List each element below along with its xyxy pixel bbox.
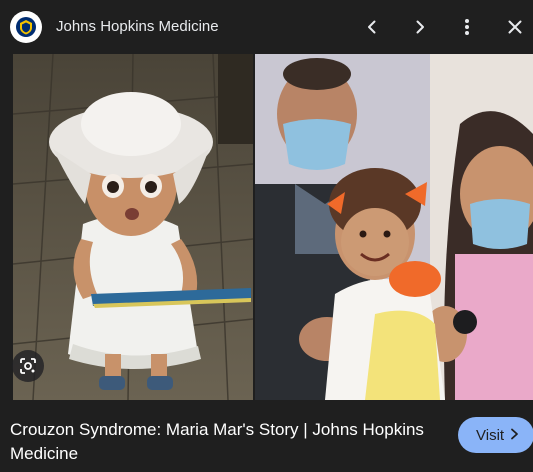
previous-button[interactable] — [357, 12, 387, 42]
chevron-right-icon — [416, 20, 424, 34]
chevron-left-icon — [368, 20, 376, 34]
chevron-right-icon — [510, 427, 519, 443]
visit-button[interactable]: Visit — [458, 417, 533, 453]
next-button[interactable] — [405, 12, 435, 42]
image-preview[interactable] — [0, 54, 533, 400]
photo-toddler-in-hat — [13, 54, 253, 400]
google-lens-button[interactable] — [12, 350, 44, 382]
site-favicon[interactable] — [10, 11, 42, 43]
shield-logo-icon — [16, 17, 36, 37]
close-button[interactable] — [500, 12, 530, 42]
viewer-header: Johns Hopkins Medicine — [0, 0, 533, 54]
site-name[interactable]: Johns Hopkins Medicine — [56, 18, 219, 35]
visit-label: Visit — [476, 426, 505, 444]
more-vert-icon — [465, 19, 469, 35]
more-options-button[interactable] — [452, 12, 482, 42]
image-title[interactable]: Crouzon Syndrome: Maria Mar's Story | Jo… — [10, 418, 430, 466]
lens-search-icon — [20, 358, 36, 374]
close-icon — [508, 20, 522, 34]
photo-family-with-masks — [255, 54, 533, 400]
